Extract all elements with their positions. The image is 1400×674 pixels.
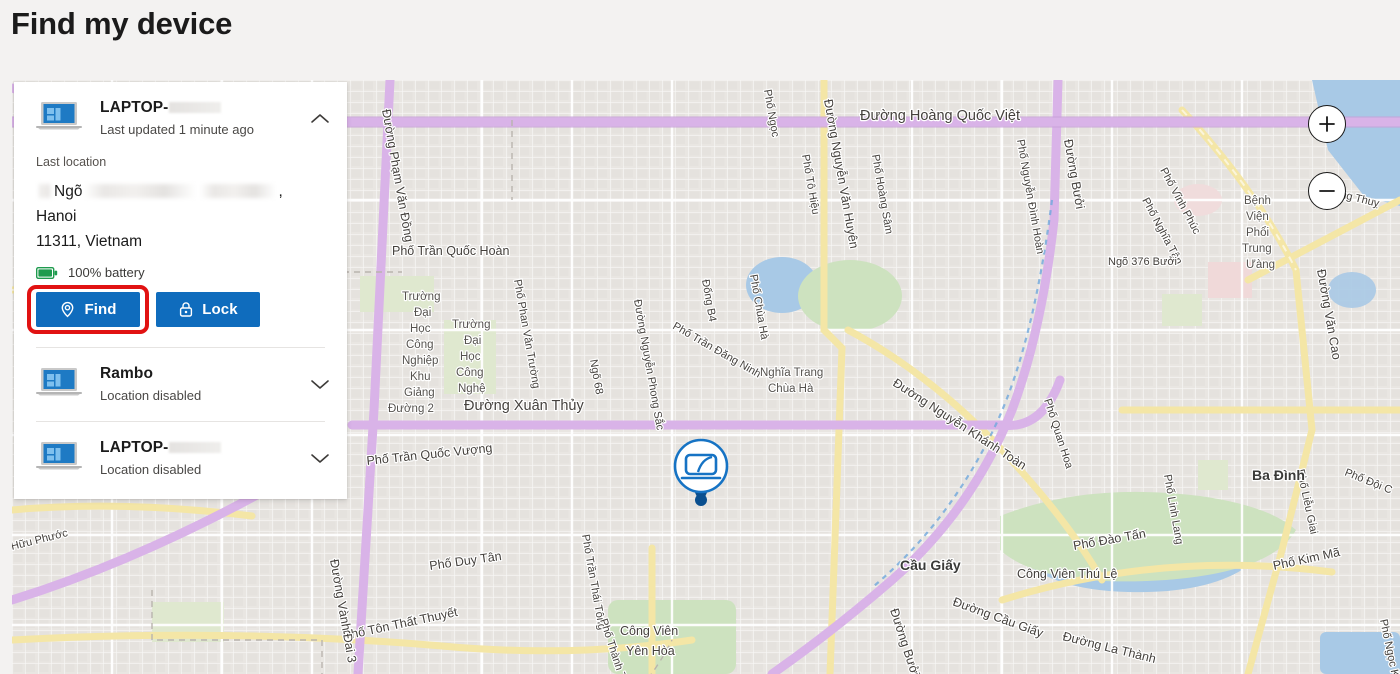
device-row-0[interactable]: LAPTOP- Last updated 1 minute ago [14,82,347,155]
location-pin-icon [62,301,74,318]
map-label: Trung [1242,243,1272,255]
device-status: Last updated 1 minute ago [100,122,254,137]
device-texts: LAPTOP- Last updated 1 minute ago [100,98,307,139]
map-label: Công Viên Thú Lệ [1017,567,1117,581]
map-label: Phố Trần Quốc Hoàn [392,244,509,258]
zoom-out-button[interactable] [1308,172,1346,210]
map-label: Ngõ 376 Bưởi [1108,256,1177,268]
zoom-in-button[interactable] [1308,105,1346,143]
lock-button-label: Lock [202,301,238,318]
map-label: Khu [410,371,430,383]
device-status: Location disabled [100,388,202,403]
device-row-1[interactable]: Rambo Location disabled [14,348,347,421]
battery-status: 100% battery [36,265,325,280]
address-redaction-1 [38,184,52,198]
map-label: Giảng [404,387,435,399]
map-label: Trường [402,291,440,303]
map-label: Nghệ [458,383,486,395]
map-label: Bệnh [1244,195,1271,207]
redaction-block [169,102,222,113]
device-name: LAPTOP- [100,99,222,116]
map-label: Phổi [1246,227,1269,239]
battery-icon [36,266,58,279]
map-label: Công Viên [620,624,678,638]
map-label: Ba Đình [1252,467,1305,483]
redaction-block [169,442,222,453]
map-label: Đường 2 [388,403,434,415]
map-label: Công [406,339,434,351]
device-name: LAPTOP- [100,439,222,456]
map-label: Học [460,351,481,363]
device-name: Rambo [100,365,154,382]
plus-icon [1319,116,1335,132]
find-button-label: Find [84,301,117,318]
address-redaction-3 [200,184,277,198]
chevron-down-icon[interactable] [307,446,333,472]
device-address: Ngõ, Hanoi 11311, Vietnam [36,183,283,250]
chevron-up-icon[interactable] [307,106,333,132]
device-status: Location disabled [100,462,202,477]
last-location-label: Last location [36,155,107,169]
map-label: Yên Hòa [626,644,675,658]
device-location-marker[interactable] [667,438,735,510]
map-label: Đại [464,335,481,347]
find-button[interactable]: Find [36,292,140,327]
map-label: Cầu Giấy [900,557,961,573]
map-label: Chùa Hà [768,383,814,395]
battery-text: 100% battery [68,265,145,280]
laptop-icon [36,366,82,403]
minus-icon [1319,190,1335,192]
find-my-device-page: Find my device Đường Hoàng Quốc Việt Đườ… [0,0,1400,674]
chevron-down-icon[interactable] [307,372,333,398]
laptop-icon [36,440,82,477]
map-label: Ưàng [1246,259,1275,271]
panel-bottom-strip [14,495,347,499]
lock-button[interactable]: Lock [156,292,260,327]
map-label: Học [410,323,431,335]
map-canvas[interactable]: Đường Hoàng Quốc ViệtĐường Hoàng Quốc Vi… [12,80,1400,674]
map-label: Nghĩa Trang [760,367,823,379]
device-row-2[interactable]: LAPTOP- Location disabled [14,422,347,495]
map-label: Đường Hoàng Quốc Việt [860,108,1020,124]
map-label: Viện [1246,211,1269,223]
device-texts: Rambo Location disabled [100,364,307,405]
laptop-icon [36,100,82,137]
device-detail-0: Last location Ngõ, Hanoi 11311, Vietnam… [14,155,347,347]
page-title: Find my device [11,6,233,41]
map-label: Trường [452,319,490,331]
map-label: Đường Xuân Thủy [464,398,584,414]
map-label: Công [456,367,484,379]
device-actions: Find Lock [27,285,325,341]
padlock-icon [180,302,193,317]
device-texts: LAPTOP- Location disabled [100,438,307,479]
map-label: Đại [414,307,431,319]
map-label: Nghiệp [402,355,438,367]
device-list-panel: LAPTOP- Last updated 1 minute ago Last l… [14,82,347,499]
address-redaction-2 [84,184,197,198]
